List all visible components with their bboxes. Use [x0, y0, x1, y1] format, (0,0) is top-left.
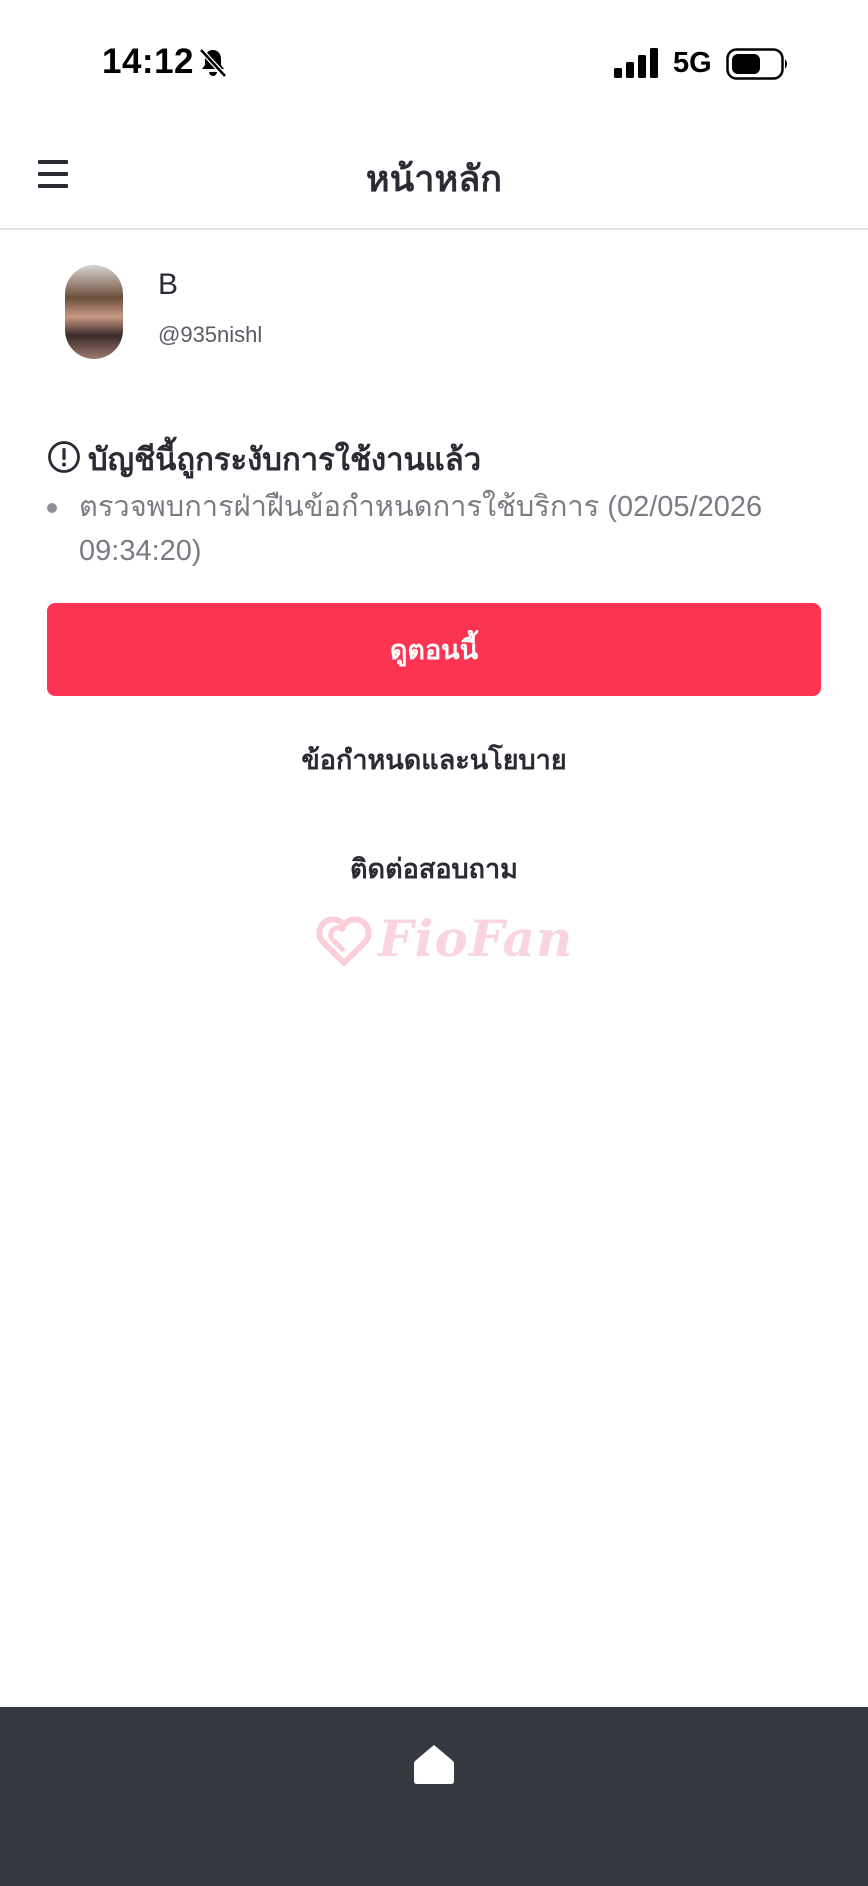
status-time: 14:12	[102, 42, 195, 81]
bell-off-icon	[199, 48, 227, 78]
app-header: หน้าหลัก	[0, 120, 868, 230]
profile-handle: @935nishl	[158, 322, 263, 347]
alert-circle-icon	[48, 441, 80, 473]
page-title: หน้าหลัก	[365, 158, 503, 199]
status-bar: 14:12 5G	[0, 0, 868, 120]
signal-icon	[614, 48, 658, 78]
battery-icon	[726, 48, 787, 80]
network-label: 5G	[673, 47, 712, 79]
brand-logo-text: FioFan	[378, 909, 574, 968]
bottom-nav	[0, 1707, 868, 1886]
profile-name: B	[158, 268, 179, 301]
suspension-title: บัญชีนี้ถูกระงับการใช้งานแล้ว	[88, 442, 482, 477]
avatar	[65, 265, 123, 359]
brand-logo: FioFan	[316, 905, 572, 975]
bullet-icon	[47, 503, 57, 513]
suspension-reason: ตรวจพบการฝ่าฝืนข้อกำหนดการใช้บริการ (02/…	[79, 491, 763, 567]
heart-logo-icon	[316, 916, 372, 966]
home-icon[interactable]	[412, 1743, 456, 1785]
view-now-button[interactable]: ดูตอนนี้	[47, 603, 821, 696]
contact-us-link[interactable]: ติดต่อสอบถาม	[0, 847, 868, 890]
terms-and-policy-link[interactable]: ข้อกำหนดและนโยบาย	[0, 738, 868, 781]
